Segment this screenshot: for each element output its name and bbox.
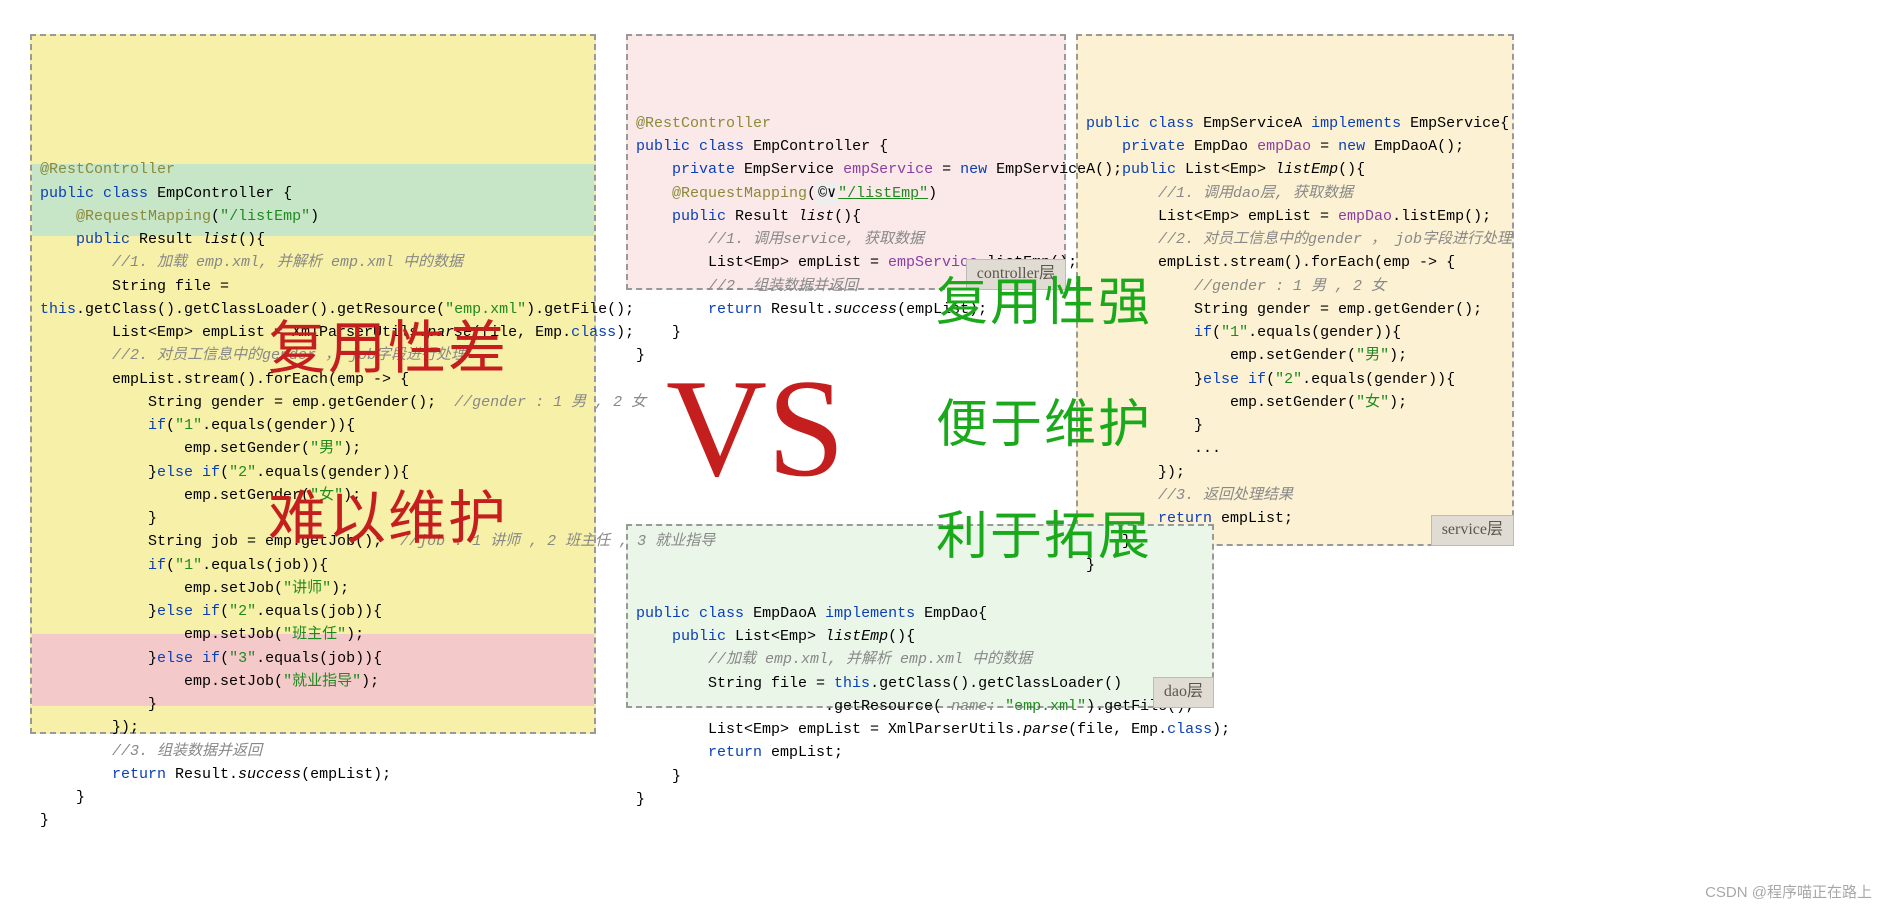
controller-code-panel: @RestController public class EmpControll… — [626, 34, 1066, 290]
good-point-1: 复用性强 — [936, 264, 1152, 345]
code-block-dao: public class EmpDaoA implements EmpDao{ … — [636, 579, 1204, 812]
bad-point-1: 复用性差 — [268, 304, 508, 394]
good-point-2: 便于维护 — [936, 386, 1152, 467]
service-tag: service层 — [1431, 515, 1514, 546]
good-point-3: 利于拓展 — [936, 498, 1152, 579]
vs-label: VS — [666, 320, 845, 537]
dao-tag: dao层 — [1153, 677, 1214, 708]
watermark: CSDN @程序喵正在路上 — [1705, 881, 1872, 904]
bad-point-2: 难以维护 — [268, 474, 508, 564]
